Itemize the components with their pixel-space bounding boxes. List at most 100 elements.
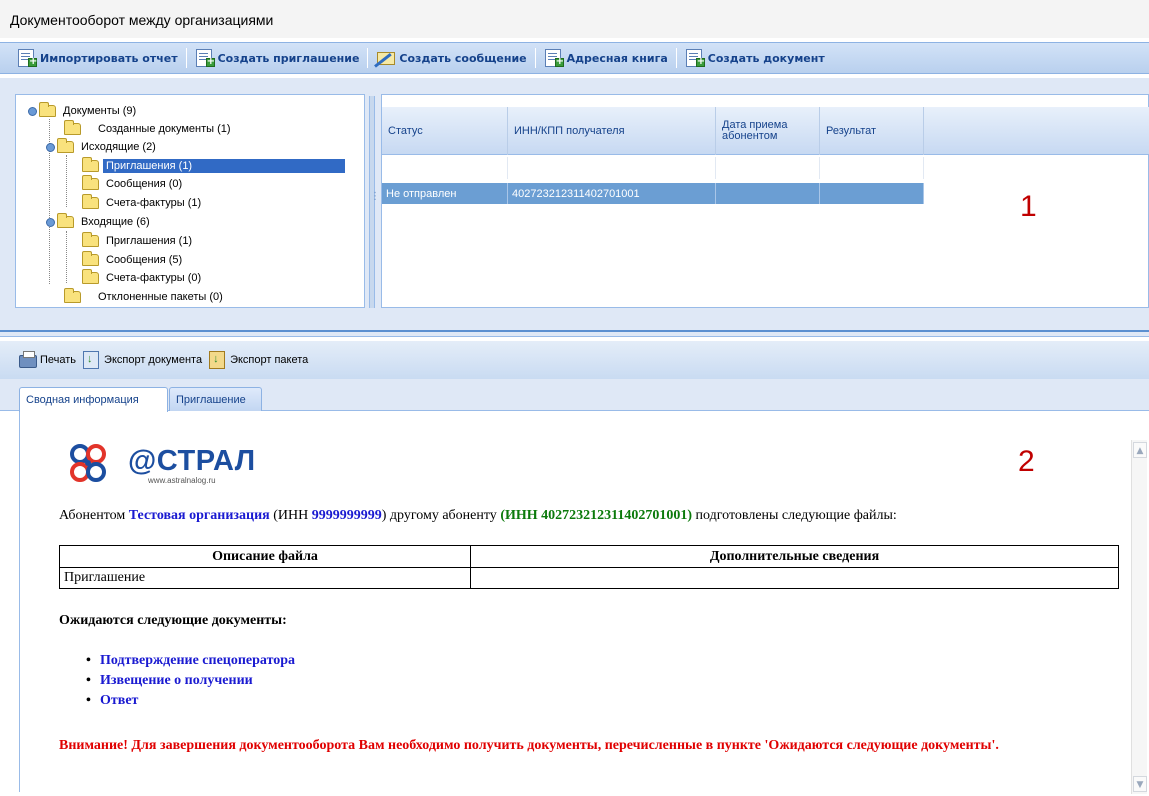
- sender-org-name: Тестовая организация: [128, 508, 270, 523]
- files-table: Описание файла Дополнительные сведения П…: [59, 545, 1119, 589]
- create-message-label: Создать сообщение: [399, 51, 527, 65]
- horizontal-splitter[interactable]: [0, 330, 1149, 337]
- tree-node-created-docs[interactable]: Созданные документы (1): [64, 120, 234, 138]
- recipient-inn: (ИНН 402723212311402701001): [500, 508, 693, 523]
- grid-empty-cell: [716, 157, 820, 179]
- files-cell-extra: [471, 568, 1118, 588]
- tree-node-documents[interactable]: Документы (9): [28, 102, 139, 120]
- top-panel: Документы (9) Созданные документы (1) Ис…: [0, 78, 1149, 330]
- column-header-result[interactable]: Результат: [820, 107, 924, 155]
- column-header-inn[interactable]: ИНН/КПП получателя: [508, 107, 716, 155]
- annotation-marker-1: 1: [1020, 190, 1037, 223]
- tree-node-label: Счета-фактуры (0): [106, 272, 202, 284]
- import-doc-icon: [17, 49, 37, 68]
- export-document-icon: [82, 351, 102, 369]
- tree-node-out-messages[interactable]: Сообщения (0): [82, 175, 185, 193]
- folder-icon: [57, 138, 74, 153]
- folder-icon: [64, 288, 81, 303]
- tree-node-label: Документы (9): [63, 105, 137, 117]
- warning-message: Внимание! Для завершения документооборот…: [59, 738, 999, 753]
- folder-icon: [82, 157, 99, 172]
- tree-node-label: Сообщения (0): [106, 178, 183, 190]
- tree-node-incoming[interactable]: Входящие (6): [46, 213, 153, 231]
- tree-node-outgoing[interactable]: Исходящие (2): [46, 138, 159, 156]
- printer-icon: [18, 351, 38, 369]
- toolbar-separator: [367, 48, 369, 68]
- collapse-node-icon[interactable]: [46, 217, 55, 227]
- tab-invitation[interactable]: Приглашение: [169, 387, 262, 411]
- export-package-button[interactable]: Экспорт пакета: [208, 351, 308, 369]
- files-column-description: Описание файла: [60, 546, 471, 568]
- tree-node-in-invitations[interactable]: Приглашения (1): [82, 232, 195, 250]
- grid-empty-cell: [508, 157, 716, 179]
- folder-icon: [39, 102, 56, 117]
- tree-node-out-invoices[interactable]: Счета-фактуры (1): [82, 194, 204, 212]
- tree-node-in-invoices[interactable]: Счета-фактуры (0): [82, 269, 204, 287]
- print-label: Печать: [40, 354, 77, 366]
- inn-close: ) другому абоненту: [381, 508, 501, 523]
- tree-node-label: Приглашения (1): [106, 235, 193, 247]
- folder-icon: [82, 232, 99, 247]
- tree-connector: [66, 231, 67, 283]
- export-package-icon: [208, 351, 228, 369]
- import-report-button[interactable]: Импортировать отчет: [12, 45, 183, 71]
- expected-doc-reply[interactable]: Ответ: [86, 693, 295, 713]
- sender-inn: 9999999999: [311, 508, 382, 523]
- grid-empty-cell: [820, 157, 924, 179]
- cell-status: Не отправлен: [382, 183, 508, 204]
- scroll-up-icon[interactable]: ▲: [1133, 442, 1147, 458]
- cell-result: [820, 183, 924, 204]
- table-row[interactable]: Не отправлен 402723212311402701001: [382, 183, 924, 204]
- folder-icon: [82, 194, 99, 209]
- tree-node-in-messages[interactable]: Сообщения (5): [82, 251, 185, 269]
- create-message-button[interactable]: Создать сообщение: [371, 45, 531, 71]
- grid-empty-cell: [382, 157, 508, 179]
- files-cell-description: Приглашение: [60, 568, 471, 588]
- tree-node-label: Входящие (6): [81, 216, 150, 228]
- collapse-node-icon[interactable]: [28, 106, 37, 116]
- address-book-label: Адресная книга: [566, 51, 668, 65]
- create-invitation-label: Создать приглашение: [217, 51, 360, 65]
- annotation-marker-2: 2: [1018, 445, 1035, 478]
- create-invitation-button[interactable]: Создать приглашение: [190, 45, 365, 71]
- folder-icon: [82, 175, 99, 190]
- envelope-pen-icon: [376, 49, 396, 67]
- scroll-down-icon[interactable]: ▼: [1133, 776, 1147, 792]
- expected-docs-list: Подтверждение спецоператора Извещение о …: [86, 653, 295, 713]
- folder-icon: [82, 251, 99, 266]
- tree-node-out-invitations[interactable]: Приглашения (1): [82, 157, 345, 175]
- folder-icon: [82, 269, 99, 284]
- expected-doc-receipt-notice[interactable]: Извещение о получении: [86, 673, 295, 693]
- astral-emblem-icon: [70, 444, 106, 482]
- grid-header: Статус ИНН/КПП получателя Дата приема аб…: [382, 107, 1149, 155]
- folder-tree: Документы (9) Созданные документы (1) Ис…: [15, 94, 365, 308]
- content-scrollbar[interactable]: ▲ ▼: [1131, 440, 1147, 794]
- column-header-status[interactable]: Статус: [382, 107, 508, 155]
- export-document-button[interactable]: Экспорт документа: [82, 351, 202, 369]
- tree-node-label: Созданные документы (1): [98, 123, 231, 135]
- print-button[interactable]: Печать: [18, 351, 76, 369]
- new-invitation-icon: [195, 49, 215, 68]
- window-title: Документооборот между организациями: [0, 0, 1149, 38]
- export-document-label: Экспорт документа: [104, 354, 203, 366]
- vertical-splitter[interactable]: [369, 96, 380, 308]
- toolbar-separator: [185, 48, 187, 68]
- address-book-icon: [544, 49, 564, 68]
- collapse-node-icon[interactable]: [46, 142, 55, 152]
- tree-connector: [66, 155, 67, 207]
- address-book-button[interactable]: Адресная книга: [539, 45, 673, 71]
- tab-strip: Сводная информация Приглашение: [0, 379, 1149, 412]
- tree-node-label: Исходящие (2): [81, 141, 156, 153]
- sentence-suffix: подготовлены следующие файлы:: [692, 508, 897, 523]
- tree-node-rejected[interactable]: Отклоненные пакеты (0): [64, 288, 226, 306]
- tab-summary[interactable]: Сводная информация: [19, 387, 168, 412]
- main-toolbar: Импортировать отчет Создать приглашение …: [0, 42, 1149, 74]
- create-document-button[interactable]: Создать документ: [680, 45, 830, 71]
- folder-icon: [57, 213, 74, 228]
- summary-sentence: Абонентом Тестовая организация (ИНН 9999…: [59, 508, 897, 524]
- logo-wordmark: @СТРАЛ: [128, 445, 256, 477]
- column-header-date[interactable]: Дата приема абонентом: [716, 107, 820, 155]
- tree-node-label: Сообщения (5): [106, 254, 183, 266]
- expected-doc-operator-confirmation[interactable]: Подтверждение спецоператора: [86, 653, 295, 673]
- folder-icon: [64, 120, 81, 135]
